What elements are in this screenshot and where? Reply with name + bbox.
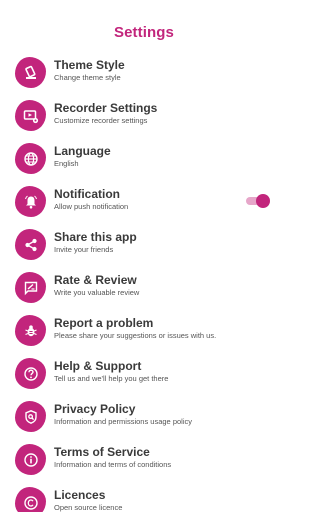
- settings-item-subtitle: English: [54, 159, 79, 168]
- settings-item-title: Licences: [54, 488, 106, 502]
- settings-item-licences[interactable]: Licences Open source licence: [0, 480, 288, 512]
- settings-item-subtitle: Information and permissions usage policy: [54, 417, 192, 426]
- settings-item-title: Privacy Policy: [54, 402, 136, 416]
- bell-icon: [15, 186, 46, 217]
- settings-item-subtitle: Information and terms of conditions: [54, 460, 172, 469]
- copyright-icon: [15, 487, 46, 512]
- settings-screen: Settings Theme Style Change theme style: [0, 0, 288, 512]
- settings-item-subtitle: Open source licence: [54, 503, 123, 512]
- brush-icon: [15, 57, 46, 88]
- settings-item-subtitle: Write you valuable review: [54, 288, 140, 297]
- settings-item-title: Theme Style: [54, 58, 125, 72]
- chevron-left-icon: [14, 2, 26, 20]
- settings-item-subtitle: Allow push notification: [54, 202, 129, 211]
- settings-item-rate-review[interactable]: Rate & Review Write you valuable review: [0, 265, 288, 308]
- settings-item-title: Notification: [54, 187, 120, 201]
- notification-toggle[interactable]: [246, 194, 270, 208]
- settings-item-subtitle: Invite your friends: [54, 245, 114, 254]
- info-icon: [15, 444, 46, 475]
- settings-item-theme-style[interactable]: Theme Style Change theme style: [0, 50, 288, 93]
- settings-item-title: Help & Support: [54, 359, 142, 373]
- help-icon: [15, 358, 46, 389]
- settings-item-title: Recorder Settings: [54, 101, 158, 115]
- settings-item-subtitle: Change theme style: [54, 73, 121, 82]
- settings-item-subtitle: Tell us and we'll help you get there: [54, 374, 169, 383]
- settings-item-share-app[interactable]: Share this app Invite your friends: [0, 222, 288, 265]
- settings-item-title: Language: [54, 144, 111, 158]
- settings-item-privacy-policy[interactable]: Privacy Policy Information and permissio…: [0, 394, 288, 437]
- rate-review-icon: [15, 272, 46, 303]
- share-icon: [15, 229, 46, 260]
- back-button[interactable]: [12, 3, 28, 19]
- bug-icon: [15, 315, 46, 346]
- privacy-icon: [15, 401, 46, 432]
- page-title: Settings: [114, 24, 174, 41]
- settings-item-help-support[interactable]: Help & Support Tell us and we'll help yo…: [0, 351, 288, 394]
- settings-item-terms-of-service[interactable]: Terms of Service Information and terms o…: [0, 437, 288, 480]
- settings-item-title: Report a problem: [54, 316, 154, 330]
- recorder-settings-icon: [15, 100, 46, 131]
- settings-item-recorder-settings[interactable]: Recorder Settings Customize recorder set…: [0, 93, 288, 136]
- settings-item-subtitle: Please share your suggestions or issues …: [54, 331, 217, 340]
- settings-item-title: Terms of Service: [54, 445, 150, 459]
- settings-item-subtitle: Customize recorder settings: [54, 116, 148, 125]
- toggle-thumb: [256, 194, 270, 208]
- settings-list: Theme Style Change theme style Recorder …: [0, 50, 288, 512]
- globe-icon: [15, 143, 46, 174]
- settings-item-title: Rate & Review: [54, 273, 137, 287]
- settings-item-language[interactable]: Language English: [0, 136, 288, 179]
- settings-item-notification[interactable]: Notification Allow push notification: [0, 179, 288, 222]
- settings-item-report-problem[interactable]: Report a problem Please share your sugge…: [0, 308, 288, 351]
- settings-item-title: Share this app: [54, 230, 137, 244]
